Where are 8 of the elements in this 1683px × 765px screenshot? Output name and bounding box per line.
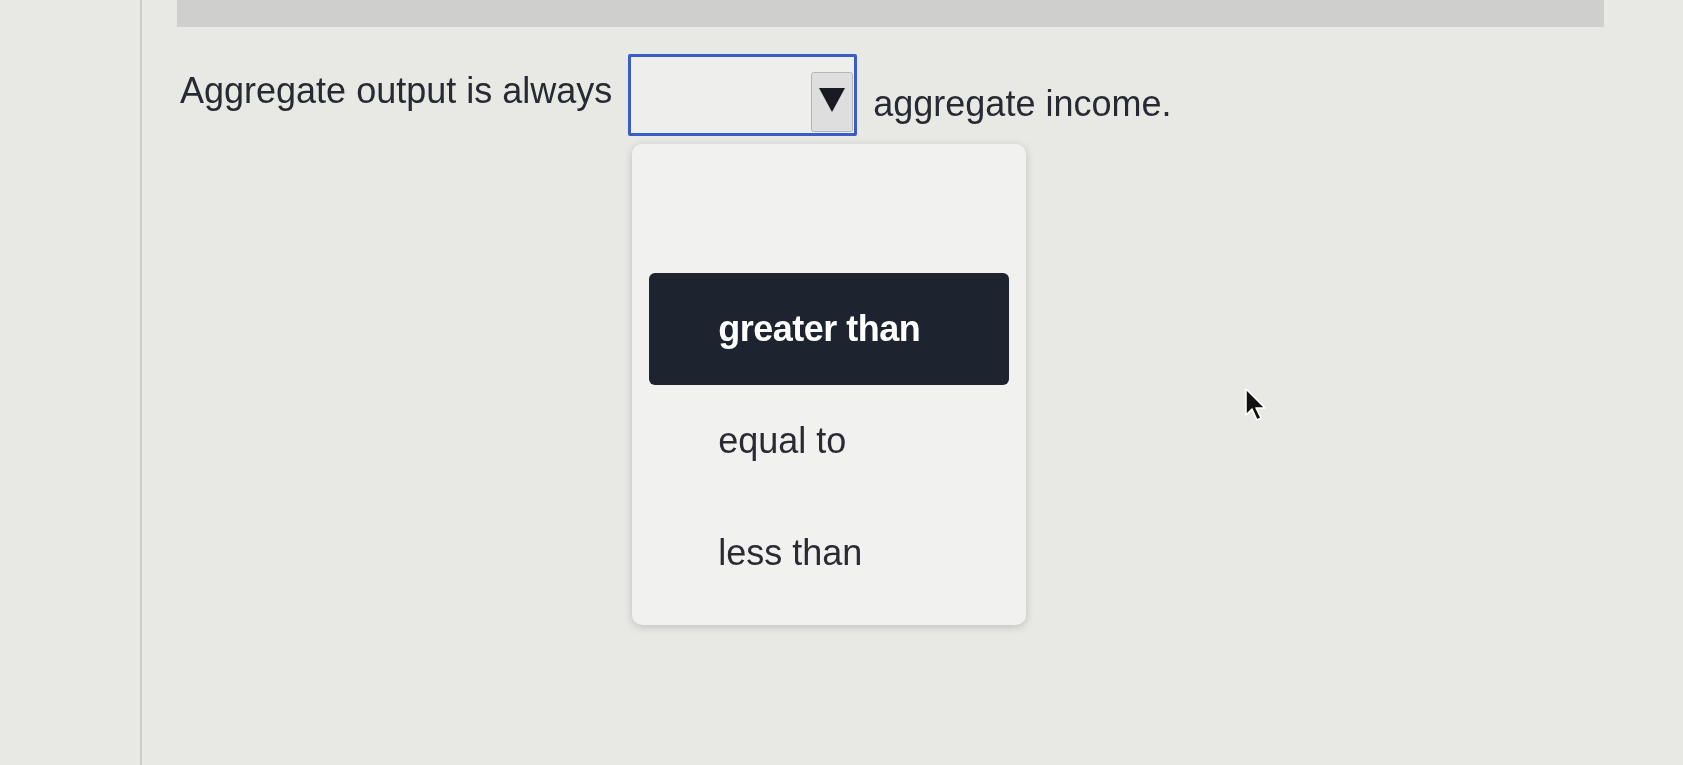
mouse-pointer-icon	[1245, 388, 1267, 422]
answer-dropdown[interactable]	[628, 54, 858, 136]
question-text: Aggregate output is always	[180, 70, 613, 112]
caret-down-icon[interactable]	[811, 72, 854, 132]
dropdown-option[interactable]: greater than	[649, 273, 1010, 385]
dropdown-option[interactable]: equal to	[649, 385, 1010, 497]
question-text: aggregate income.	[873, 83, 1172, 125]
dropdown-option[interactable]: less than	[649, 497, 1010, 609]
